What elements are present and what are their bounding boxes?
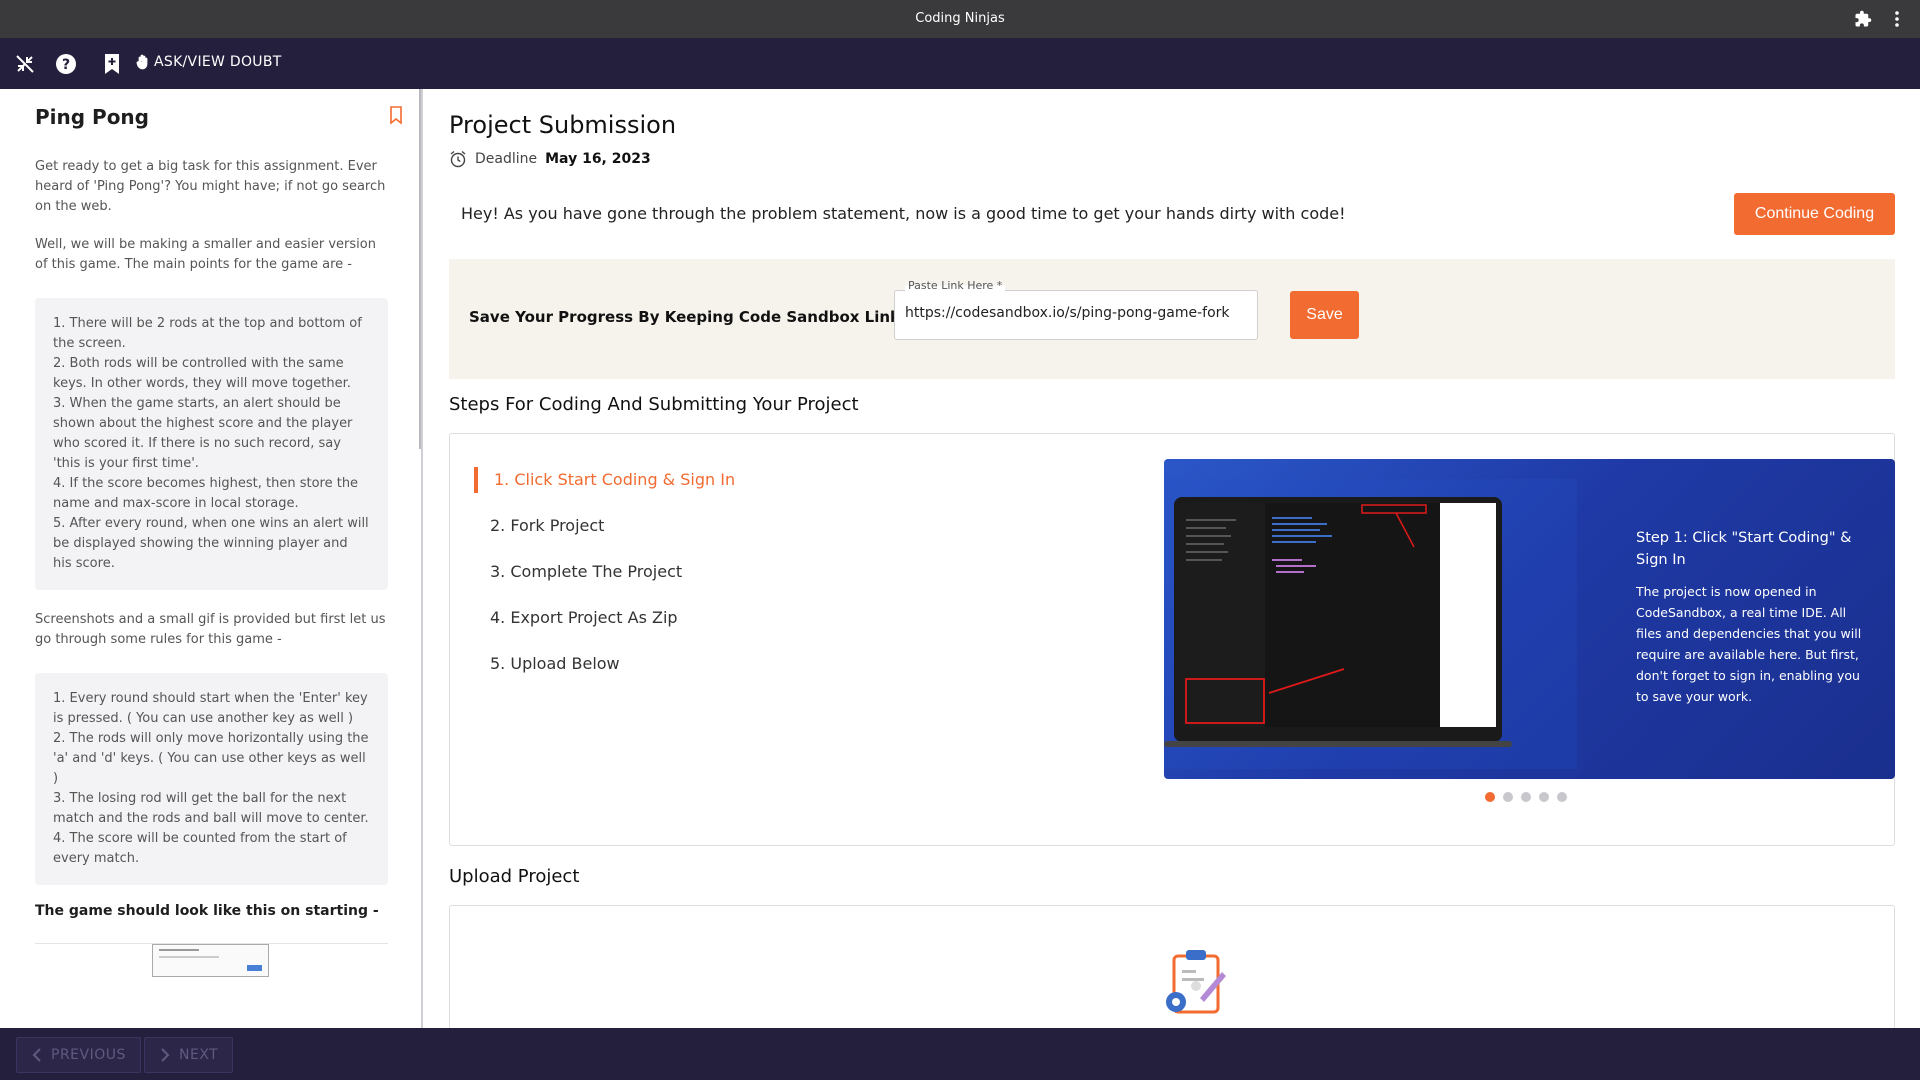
link-field-label: Paste Link Here *	[905, 279, 1006, 292]
save-progress-section: Save Your Progress By Keeping Code Sandb…	[449, 259, 1895, 379]
help-icon[interactable]: ?	[53, 51, 79, 77]
game-screenshot-thumbnail[interactable]	[152, 944, 269, 977]
deadline-date: May 16, 2023	[545, 151, 651, 167]
step-item-5[interactable]: 5. Upload Below	[490, 654, 620, 673]
list-item: 2. Both rods will be controlled with the…	[53, 356, 351, 391]
problem-title: Ping Pong	[35, 105, 149, 129]
bookmark-add-icon[interactable]	[99, 51, 125, 77]
clipboard-upload-icon	[1166, 950, 1226, 1014]
left-panel-scrollbar[interactable]	[419, 89, 421, 449]
game-points-box: 1. There will be 2 rods at the top and b…	[35, 298, 388, 590]
list-item: 4. The score will be counted from the st…	[53, 831, 347, 866]
sandbox-link-input[interactable]	[905, 305, 1249, 321]
alarm-clock-icon	[450, 150, 466, 168]
page-title: Project Submission	[449, 111, 677, 139]
list-item: 2. The rods will only move horizontally …	[53, 731, 369, 786]
app-toolbar: ? ASK/VIEW DOUBT	[0, 38, 1920, 89]
step-slide: Step 1: Click "Start Coding" & Sign In T…	[1164, 459, 1895, 779]
ask-view-doubt-button[interactable]: ASK/VIEW DOUBT	[136, 54, 282, 70]
svg-text:?: ?	[62, 57, 70, 73]
more-menu-icon[interactable]	[1888, 9, 1906, 29]
upload-heading: Upload Project	[449, 866, 580, 887]
save-progress-label: Save Your Progress By Keeping Code Sandb…	[469, 308, 946, 326]
collapse-icon[interactable]	[12, 51, 38, 77]
list-item: 1. There will be 2 rods at the top and b…	[53, 316, 362, 351]
carousel-dot-2[interactable]	[1503, 792, 1513, 802]
carousel-dot-1[interactable]	[1485, 792, 1495, 802]
previous-label: PREVIOUS	[51, 1047, 126, 1063]
steps-heading: Steps For Coding And Submitting Your Pro…	[449, 394, 859, 415]
carousel-dot-4[interactable]	[1539, 792, 1549, 802]
main-content: Project Submission Deadline May 16, 2023…	[425, 89, 1920, 1028]
ask-view-doubt-label: ASK/VIEW DOUBT	[154, 54, 282, 70]
slide-title: Step 1: Click "Start Coding" & Sign In	[1636, 530, 1852, 568]
hand-icon	[136, 54, 148, 70]
step-item-1[interactable]: 1. Click Start Coding & Sign In	[494, 470, 735, 489]
deadline-row: Deadline May 16, 2023	[449, 150, 651, 168]
steps-card: 1. Click Start Coding & Sign In 2. Fork …	[449, 433, 1895, 846]
problem-statement-panel[interactable]: Ping Pong Get ready to get a big task fo…	[0, 89, 423, 1028]
intro-text: Hey! As you have gone through the proble…	[461, 204, 1346, 223]
step-item-4[interactable]: 4. Export Project As Zip	[490, 608, 678, 627]
intro-paragraph-3: Screenshots and a small gif is provided …	[35, 612, 386, 647]
active-step-indicator	[474, 467, 478, 493]
carousel-dot-5[interactable]	[1557, 792, 1567, 802]
next-label: NEXT	[179, 1047, 219, 1063]
window-title: Coding Ninjas	[915, 11, 1005, 26]
continue-coding-button[interactable]: Continue Coding	[1734, 193, 1895, 235]
upload-card[interactable]	[449, 905, 1895, 1028]
intro-paragraph-2: Well, we will be making a smaller and ea…	[35, 237, 376, 272]
sandbox-link-field[interactable]: Paste Link Here *	[894, 279, 1258, 340]
carousel-pagination	[1485, 792, 1567, 802]
extensions-icon[interactable]	[1854, 10, 1872, 28]
bookmark-icon[interactable]	[388, 105, 404, 125]
game-rules-box: 1. Every round should start when the 'En…	[35, 673, 388, 885]
next-button[interactable]: NEXT	[144, 1037, 234, 1073]
slide-description: The project is now opened in CodeSandbox…	[1636, 584, 1862, 704]
previous-button[interactable]: PREVIOUS	[16, 1037, 141, 1073]
screenshot-heading: The game should look like this on starti…	[35, 903, 379, 919]
intro-paragraph-1: Get ready to get a big task for this ass…	[35, 159, 386, 214]
list-item: 5. After every round, when one wins an a…	[53, 516, 369, 571]
save-button[interactable]: Save	[1290, 291, 1359, 339]
browser-titlebar: Coding Ninjas	[0, 0, 1920, 38]
chevron-right-icon	[161, 1048, 170, 1062]
chevron-left-icon	[32, 1048, 41, 1062]
bottom-nav-bar: PREVIOUS NEXT	[0, 1028, 1920, 1080]
list-item: 3. The losing rod will get the ball for …	[53, 791, 369, 826]
list-item: 3. When the game starts, an alert should…	[53, 396, 353, 471]
deadline-label: Deadline	[475, 151, 538, 167]
carousel-dot-3[interactable]	[1521, 792, 1531, 802]
step-item-3[interactable]: 3. Complete The Project	[490, 562, 682, 581]
list-item: 4. If the score becomes highest, then st…	[53, 476, 359, 511]
codesandbox-screenshot-illustration	[1164, 479, 1577, 769]
step-item-2[interactable]: 2. Fork Project	[490, 516, 604, 535]
list-item: 1. Every round should start when the 'En…	[53, 691, 368, 726]
